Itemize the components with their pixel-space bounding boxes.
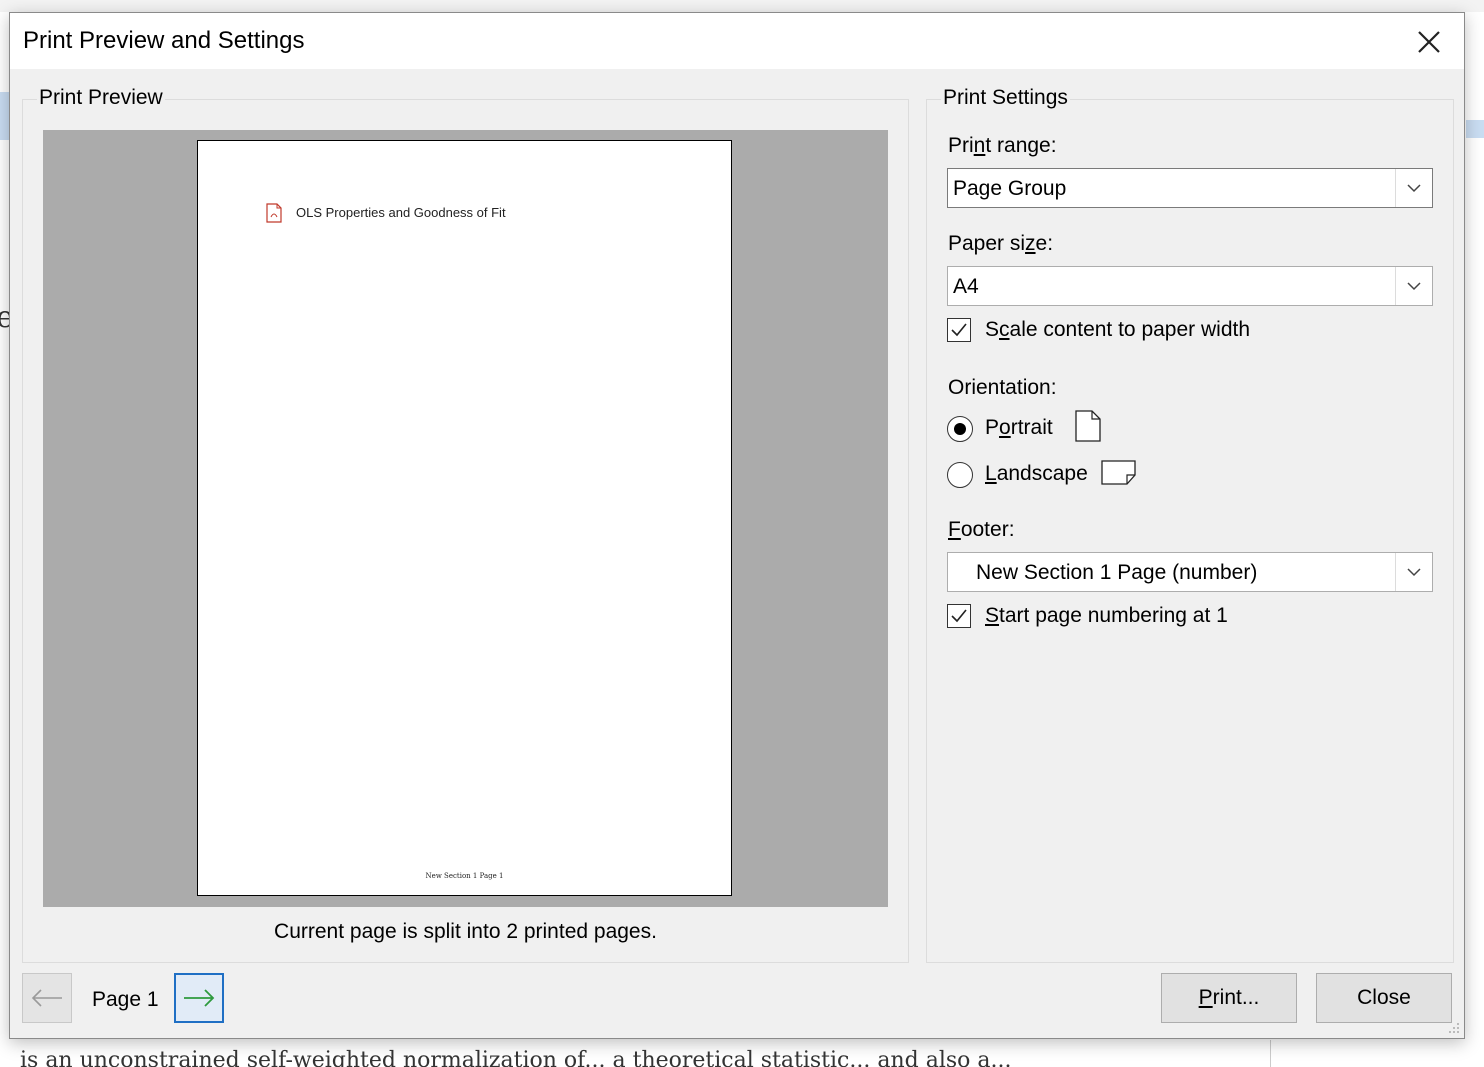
- background-app-body-text: is an unconstrained self-weighted normal…: [20, 1048, 1012, 1067]
- footer-dropdown[interactable]: New Section 1 Page (number): [947, 552, 1433, 592]
- chevron-down-icon[interactable]: [1395, 553, 1432, 591]
- arrow-left-icon: [31, 989, 62, 1007]
- print-button[interactable]: Print...: [1161, 973, 1297, 1023]
- preview-page: OLS Properties and Goodness of Fit New S…: [197, 140, 732, 896]
- previous-page-button[interactable]: [22, 973, 72, 1023]
- check-icon: [951, 323, 967, 337]
- page-footer: New Section 1 Page 1: [425, 872, 504, 880]
- print-preview-group: Print Preview OLS Properties and Goodnes…: [22, 86, 909, 963]
- portrait-label: Portrait: [985, 416, 1053, 439]
- radio-selected-dot: [954, 423, 966, 435]
- dialog-title: Print Preview and Settings: [23, 27, 305, 54]
- landscape-label: Landscape: [985, 462, 1088, 485]
- background-app-divider: [1270, 1040, 1271, 1067]
- checkbox-box[interactable]: [947, 604, 971, 628]
- paper-size-label: Paper size:: [948, 232, 1054, 255]
- print-preview-group-label: Print Preview: [37, 86, 165, 110]
- background-app-toolbar: [0, 0, 1484, 12]
- print-settings-group-label: Print Settings: [941, 86, 1070, 110]
- landscape-page-icon: [1101, 460, 1137, 491]
- paper-size-dropdown[interactable]: A4: [947, 266, 1433, 306]
- print-preview-dialog: Print Preview and Settings Print Preview…: [9, 12, 1465, 1039]
- checkbox-box[interactable]: [947, 318, 971, 342]
- preview-canvas: OLS Properties and Goodness of Fit New S…: [43, 130, 888, 907]
- footer-value: New Section 1 Page (number): [976, 561, 1258, 584]
- pdf-file-icon: [265, 203, 283, 223]
- orientation-label: Orientation:: [948, 376, 1057, 399]
- resize-grip-icon[interactable]: [1447, 1021, 1461, 1035]
- close-button[interactable]: Close: [1316, 973, 1452, 1023]
- radio-circle[interactable]: [947, 462, 973, 488]
- arrow-right-icon: [184, 989, 215, 1007]
- page-heading: OLS Properties and Goodness of Fit: [296, 205, 506, 220]
- chevron-down-icon[interactable]: [1395, 267, 1432, 305]
- portrait-page-icon: [1074, 410, 1102, 447]
- split-note: Current page is split into 2 printed pag…: [274, 920, 657, 943]
- page-indicator: Page 1: [92, 988, 159, 1011]
- dialog-titlebar: Print Preview and Settings: [10, 13, 1464, 69]
- next-page-button[interactable]: [174, 973, 224, 1023]
- print-range-label: Print range:: [948, 134, 1057, 157]
- footer-label: Footer:: [948, 518, 1015, 541]
- background-app-scroll-marker: [1466, 120, 1484, 138]
- radio-circle[interactable]: [947, 416, 973, 442]
- scale-content-label: Scale content to paper width: [985, 318, 1251, 341]
- print-range-value: Page Group: [953, 177, 1067, 200]
- print-settings-group: Print Settings Print range: Page Group P…: [926, 86, 1454, 963]
- chevron-down-icon[interactable]: [1395, 169, 1432, 207]
- print-range-dropdown[interactable]: Page Group: [947, 168, 1433, 208]
- start-numbering-label: Start page numbering at 1: [985, 604, 1228, 627]
- check-icon: [951, 609, 967, 623]
- close-icon[interactable]: [1412, 25, 1446, 59]
- paper-size-value: A4: [953, 275, 979, 298]
